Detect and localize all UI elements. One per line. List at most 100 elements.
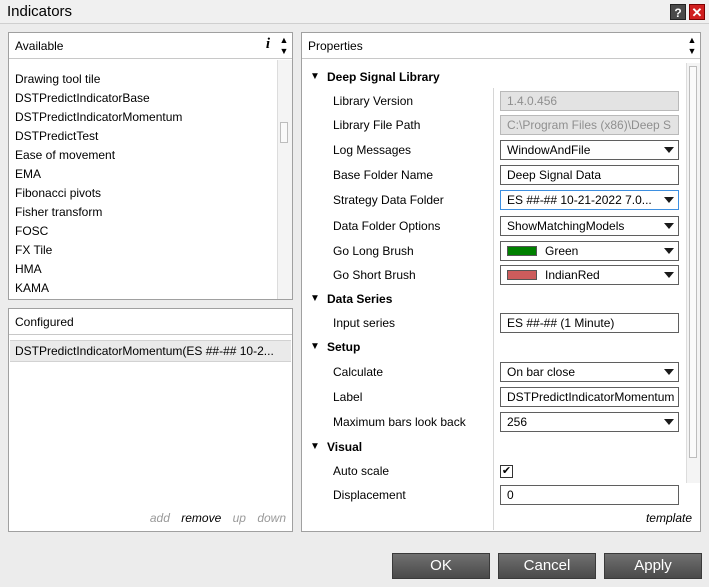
calculate-select[interactable]: On bar close bbox=[500, 362, 679, 382]
category-visual[interactable]: ▼ Visual bbox=[303, 435, 683, 459]
properties-scroll-thumb[interactable] bbox=[689, 66, 697, 458]
available-item[interactable]: Fisher transform bbox=[15, 203, 102, 222]
arrow-down-icon[interactable]: ▼ bbox=[686, 46, 698, 57]
property-label: Base Folder Name bbox=[333, 168, 434, 182]
apply-button[interactable]: Apply bbox=[604, 553, 702, 579]
down-link[interactable]: down bbox=[257, 511, 286, 525]
chevron-down-icon[interactable] bbox=[664, 419, 674, 425]
properties-scrollbar[interactable] bbox=[686, 63, 700, 483]
available-item[interactable]: FX Tile bbox=[15, 241, 52, 260]
configured-header: Configured bbox=[9, 309, 292, 335]
properties-sort-arrows[interactable]: ▲ ▼ bbox=[686, 35, 698, 57]
sort-arrows[interactable]: ▲ ▼ bbox=[278, 35, 290, 57]
select-value: WindowAndFile bbox=[507, 143, 591, 157]
category-setup[interactable]: ▼ Setup bbox=[303, 335, 683, 359]
property-label: Log Messages bbox=[333, 143, 412, 157]
cancel-button[interactable]: Cancel bbox=[498, 553, 596, 579]
available-item[interactable]: EMA bbox=[15, 165, 41, 184]
available-title: Available bbox=[15, 39, 64, 53]
input-series-field[interactable]: ES ##-## (1 Minute) bbox=[500, 313, 679, 333]
data-folder-options-select[interactable]: ShowMatchingModels bbox=[500, 216, 679, 236]
arrow-down-icon[interactable]: ▼ bbox=[278, 46, 290, 57]
displacement-input[interactable]: 0 bbox=[500, 485, 679, 505]
property-label: Go Short Brush bbox=[333, 268, 416, 282]
row-library-version: Library Version 1.4.0.456 bbox=[303, 89, 683, 113]
category-label: Visual bbox=[327, 440, 363, 454]
label-input[interactable]: DSTPredictIndicatorMomentum bbox=[500, 387, 679, 407]
info-icon[interactable]: i bbox=[266, 36, 270, 53]
chevron-down-icon[interactable] bbox=[664, 197, 674, 203]
help-icon[interactable]: ? bbox=[670, 4, 686, 20]
max-bars-select[interactable]: 256 bbox=[500, 412, 679, 432]
property-label: Go Long Brush bbox=[333, 244, 414, 258]
category-label: Data Series bbox=[327, 292, 393, 306]
configured-title: Configured bbox=[15, 315, 74, 329]
collapse-arrow-icon[interactable]: ▼ bbox=[310, 441, 320, 452]
properties-header: Properties ▲ ▼ bbox=[302, 33, 700, 59]
color-swatch bbox=[507, 246, 537, 256]
go-long-brush-select[interactable]: Green bbox=[500, 241, 679, 261]
property-label: Displacement bbox=[333, 488, 406, 502]
row-library-file-path: Library File Path C:\Program Files (x86)… bbox=[303, 113, 683, 137]
configured-item[interactable]: DSTPredictIndicatorMomentum(ES ##-## 10-… bbox=[10, 340, 291, 362]
category-label: Setup bbox=[327, 340, 361, 354]
available-scroll-thumb[interactable] bbox=[280, 122, 288, 143]
go-short-brush-select[interactable]: IndianRed bbox=[500, 265, 679, 285]
chevron-down-icon[interactable] bbox=[664, 272, 674, 278]
row-go-short-brush: Go Short Brush IndianRed bbox=[303, 263, 683, 287]
chevron-down-icon[interactable] bbox=[664, 248, 674, 254]
window-title: Indicators bbox=[7, 3, 73, 20]
property-label: Strategy Data Folder bbox=[333, 193, 444, 207]
row-auto-scale: Auto scale ✔ bbox=[303, 459, 683, 483]
available-item[interactable]: KAMA bbox=[15, 279, 49, 298]
select-value: 256 bbox=[507, 415, 528, 429]
arrow-up-icon[interactable]: ▲ bbox=[278, 35, 290, 46]
available-item[interactable]: Drawing tool tile bbox=[15, 70, 100, 89]
close-icon[interactable]: ✕ bbox=[689, 4, 705, 20]
configured-panel: Configured DSTPredictIndicatorMomentum(E… bbox=[8, 308, 293, 532]
chevron-down-icon[interactable] bbox=[664, 223, 674, 229]
auto-scale-checkbox[interactable]: ✔ bbox=[500, 465, 513, 478]
row-go-long-brush: Go Long Brush Green bbox=[303, 239, 683, 263]
chevron-down-icon[interactable] bbox=[664, 369, 674, 375]
collapse-arrow-icon[interactable]: ▼ bbox=[310, 293, 320, 304]
chevron-down-icon[interactable] bbox=[664, 147, 674, 153]
property-label: Input series bbox=[333, 316, 396, 330]
up-link[interactable]: up bbox=[233, 511, 246, 525]
row-calculate: Calculate On bar close bbox=[303, 360, 683, 384]
select-value: IndianRed bbox=[545, 268, 600, 282]
available-item[interactable]: Ease of movement bbox=[15, 146, 115, 165]
available-item[interactable]: DSTPredictIndicatorBase bbox=[15, 89, 150, 108]
color-swatch bbox=[507, 270, 537, 280]
row-strategy-data-folder: Strategy Data Folder ES ##-## 10-21-2022… bbox=[303, 188, 683, 212]
available-item[interactable]: DSTPredictIndicatorMomentum bbox=[15, 108, 182, 127]
library-file-path-field: C:\Program Files (x86)\Deep S bbox=[500, 115, 679, 135]
available-item[interactable]: FOSC bbox=[15, 222, 48, 241]
row-displacement: Displacement 0 bbox=[303, 483, 683, 507]
available-panel: Available i ▲ ▼ Drawing tool tile DSTPred… bbox=[8, 32, 293, 300]
remove-link[interactable]: remove bbox=[181, 511, 221, 525]
configured-actions: add remove up down bbox=[142, 511, 286, 525]
collapse-arrow-icon[interactable]: ▼ bbox=[310, 71, 320, 82]
ok-button[interactable]: OK bbox=[392, 553, 490, 579]
category-data-series[interactable]: ▼ Data Series bbox=[303, 287, 683, 311]
strategy-data-folder-select[interactable]: ES ##-## 10-21-2022 7.0... bbox=[500, 190, 679, 210]
row-label: Label DSTPredictIndicatorMomentum bbox=[303, 385, 683, 409]
add-link[interactable]: add bbox=[150, 511, 170, 525]
arrow-up-icon[interactable]: ▲ bbox=[686, 35, 698, 46]
available-item[interactable]: HMA bbox=[15, 260, 42, 279]
category-label: Deep Signal Library bbox=[327, 70, 440, 84]
base-folder-name-input[interactable]: Deep Signal Data bbox=[500, 165, 679, 185]
row-max-bars: Maximum bars look back 256 bbox=[303, 410, 683, 434]
collapse-arrow-icon[interactable]: ▼ bbox=[310, 341, 320, 352]
select-value: ES ##-## 10-21-2022 7.0... bbox=[507, 193, 652, 207]
template-link[interactable]: template bbox=[646, 511, 692, 525]
select-value: ShowMatchingModels bbox=[507, 219, 625, 233]
available-item[interactable]: DSTPredictTest bbox=[15, 127, 98, 146]
row-data-folder-options: Data Folder Options ShowMatchingModels bbox=[303, 214, 683, 238]
available-scrollbar[interactable] bbox=[277, 60, 292, 299]
category-deep-signal[interactable]: ▼ Deep Signal Library bbox=[303, 65, 683, 89]
available-item[interactable]: Fibonacci pivots bbox=[15, 184, 101, 203]
log-messages-select[interactable]: WindowAndFile bbox=[500, 140, 679, 160]
property-label: Auto scale bbox=[333, 464, 390, 478]
